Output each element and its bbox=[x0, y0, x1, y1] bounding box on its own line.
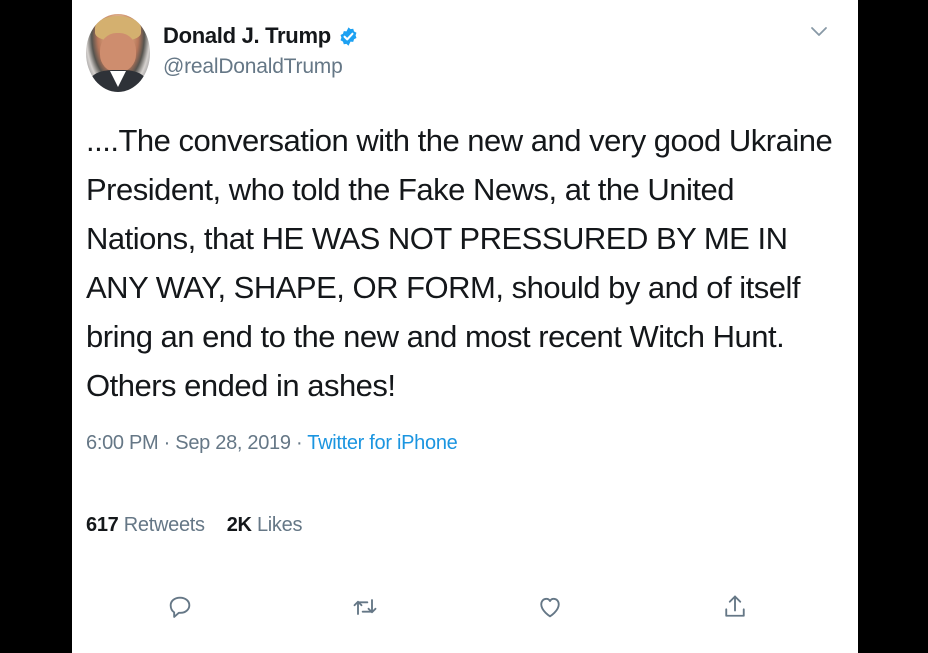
avatar[interactable] bbox=[86, 14, 150, 92]
likes-label: Likes bbox=[256, 514, 303, 536]
display-name[interactable]: Donald J. Trump bbox=[163, 23, 331, 49]
heart-icon bbox=[540, 597, 560, 618]
reply-button[interactable] bbox=[163, 590, 197, 624]
share-icon bbox=[725, 595, 745, 617]
action-bar bbox=[72, 590, 858, 624]
retweet-button[interactable] bbox=[348, 590, 382, 624]
chevron-down-icon[interactable] bbox=[810, 26, 828, 38]
tweet-time[interactable]: 6:00 PM bbox=[86, 432, 159, 454]
tweet-stats: 617 Retweets 2K Likes bbox=[86, 514, 302, 537]
tweet-date[interactable]: Sep 28, 2019 bbox=[175, 432, 291, 454]
retweets-label: Retweets bbox=[123, 514, 205, 536]
meta-separator: · bbox=[163, 432, 171, 454]
author-block: Donald J. Trump @realDonaldTrump bbox=[163, 23, 359, 79]
retweets-count: 617 bbox=[86, 514, 119, 536]
verified-badge-icon bbox=[340, 26, 357, 46]
like-button[interactable] bbox=[533, 590, 567, 624]
likes-stat[interactable]: 2K Likes bbox=[226, 514, 303, 536]
avatar-face bbox=[100, 33, 136, 72]
meta-separator: · bbox=[295, 432, 303, 454]
likes-count: 2K bbox=[226, 514, 252, 536]
share-button[interactable] bbox=[718, 590, 752, 624]
tweet-source-link[interactable]: Twitter for iPhone bbox=[307, 432, 458, 454]
tweet-meta: 6:00 PM · Sep 28, 2019 · Twitter for iPh… bbox=[86, 432, 458, 455]
tweet-card: Donald J. Trump @realDonaldTrump ....The… bbox=[72, 0, 858, 653]
retweet-icon bbox=[353, 599, 377, 615]
retweets-stat[interactable]: 617 Retweets bbox=[86, 514, 205, 536]
reply-icon bbox=[169, 596, 191, 618]
handle[interactable]: @realDonaldTrump bbox=[163, 55, 359, 79]
tweet-text: ....The conversation with the new and ve… bbox=[86, 123, 833, 403]
display-name-row: Donald J. Trump bbox=[163, 23, 359, 49]
